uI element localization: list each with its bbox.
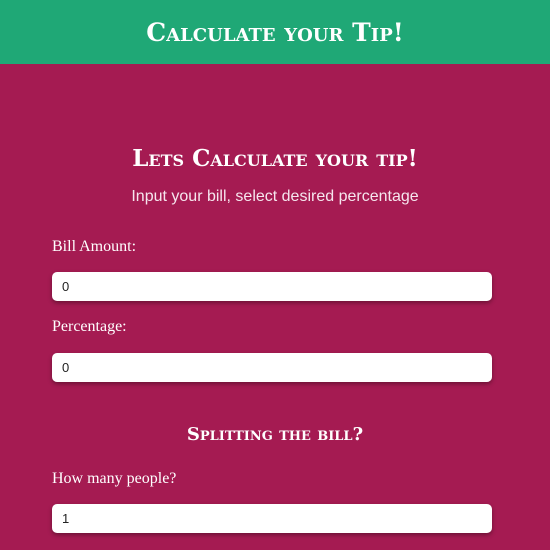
calculator-title: Lets Calculate your tip! (132, 145, 418, 172)
people-count-label: How many people? (52, 470, 177, 487)
split-bill-title: Splitting the bill? (186, 424, 364, 445)
calculator-panel: Lets Calculate your tip! Input your bill… (0, 64, 550, 550)
calculator-subtitle: Input your bill, select desired percenta… (131, 188, 419, 205)
page-header: Calculate your Tip! (0, 0, 550, 64)
percentage-input[interactable] (52, 353, 492, 382)
percentage-label: Percentage: (52, 318, 127, 335)
page-title: Calculate your Tip! (146, 17, 404, 47)
people-count-input[interactable] (52, 504, 492, 533)
bill-amount-label: Bill Amount: (52, 238, 137, 255)
bill-amount-input[interactable] (52, 272, 492, 301)
